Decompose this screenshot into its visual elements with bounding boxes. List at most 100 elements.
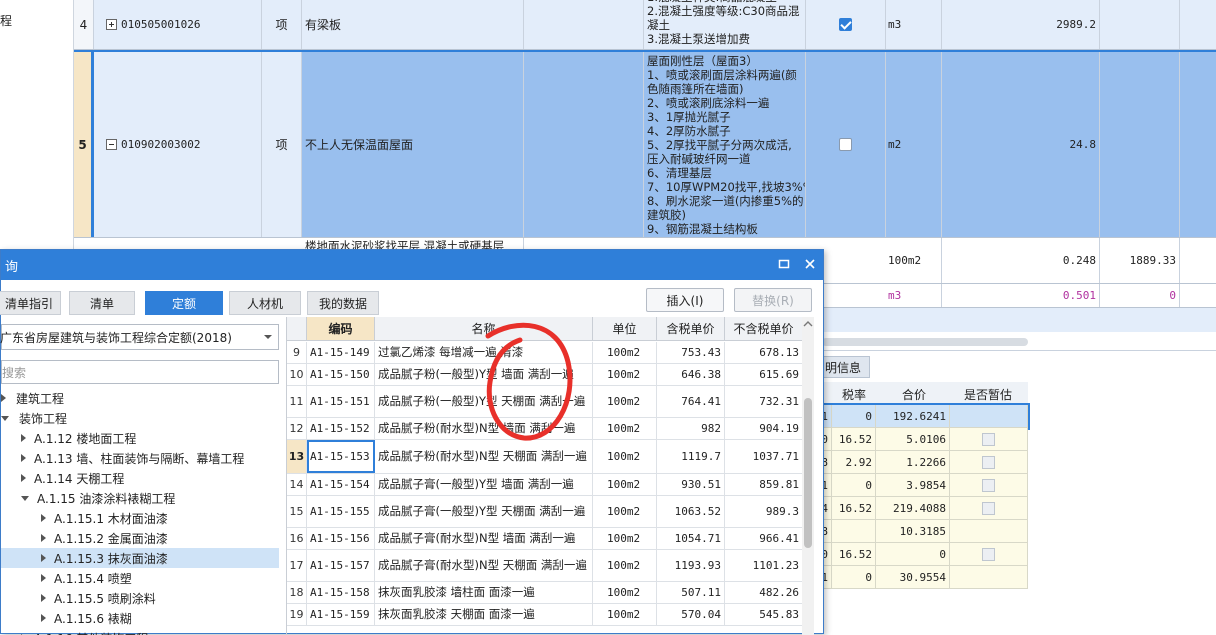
quota-row[interactable]: 16A1-15-156成品腻子膏(耐水型)N型 墙面 满刮一遍100m21054… [287, 528, 802, 550]
tree-item-label: A.1.15.6 裱糊 [54, 610, 132, 627]
table-row[interactable]: 4 010505001026 项 有梁板 1.混凝土种类:商品混凝土 2.混凝土… [74, 0, 1216, 50]
row-number: 4 [74, 0, 94, 49]
tree-item[interactable]: A.1.15.2 金属面油漆 [1, 528, 279, 548]
chevron-right-icon[interactable] [41, 514, 46, 522]
row-checkbox[interactable] [839, 138, 852, 151]
provisional-checkbox[interactable] [982, 479, 995, 492]
tab-my-data[interactable]: 我的数据 [307, 291, 379, 315]
quota-row[interactable]: 15A1-15-155成品腻子膏(一般型)Y型 天棚面 满刮一遍100m2106… [287, 496, 802, 528]
quota-tax-price: 1063.52 [657, 496, 725, 527]
item-quantity: 24.8 [942, 52, 1100, 237]
row-number: 11 [287, 386, 307, 417]
tree-item[interactable]: A.1.15.4 喷塑 [1, 568, 279, 588]
header-provisional: 是否暂估 [964, 386, 1012, 403]
quota-code: A1-15-153 [307, 440, 375, 473]
quota-notax-price: 732.31 [725, 386, 802, 417]
tab-bill[interactable]: 清单 [69, 291, 135, 315]
chevron-right-icon[interactable] [41, 554, 46, 562]
scrollbar-thumb[interactable] [804, 398, 812, 548]
insert-button[interactable]: 插入(I) [646, 288, 724, 312]
chevron-right-icon[interactable] [41, 574, 46, 582]
row-checkbox[interactable] [839, 18, 852, 31]
chevron-right-icon[interactable] [21, 434, 26, 442]
provisional-checkbox[interactable] [982, 548, 995, 561]
dialog-title-bar[interactable]: 询 [1, 250, 823, 280]
close-icon[interactable] [803, 258, 817, 272]
quota-row[interactable]: 17A1-15-157成品腻子膏(耐水型)N型 天棚面 满刮一遍100m2119… [287, 550, 802, 582]
replace-button[interactable]: 替换(R) [734, 288, 812, 312]
tree-item[interactable]: A.1.15 油漆涂料裱糊工程 [1, 488, 279, 508]
detail-row[interactable]: 103.9854 [822, 474, 1028, 497]
tree-item[interactable]: A.1.12 楼地面工程 [1, 428, 279, 448]
row-number: 13 [287, 440, 307, 473]
tree-item[interactable]: A.1.15.6 裱糊 [1, 608, 279, 628]
chevron-right-icon[interactable] [41, 534, 46, 542]
tree-item[interactable]: A.1.15.1 木材面油漆 [1, 508, 279, 528]
detail-row[interactable]: 82.921.2266 [822, 451, 1028, 474]
chevron-right-icon[interactable] [41, 594, 46, 602]
tree-item-label: 建筑工程 [16, 390, 64, 407]
detail-total: 192.6241 [876, 405, 950, 427]
quota-code: A1-15-158 [307, 582, 375, 603]
header-notax-price[interactable]: 不含税单价 [725, 317, 802, 341]
expand-icon[interactable] [106, 19, 117, 30]
table-row-selected[interactable]: 5 010902003002 项 不上人无保温面屋面 屋面刚性层（屋面3） 1、… [74, 50, 1216, 238]
chevron-right-icon[interactable] [41, 614, 46, 622]
detail-row[interactable]: 416.52219.4088 [822, 497, 1028, 520]
tab-quota[interactable]: 定额 [145, 291, 223, 315]
tab-detail-info[interactable]: 明信息 [822, 356, 870, 378]
quota-row[interactable]: 18A1-15-158抹灰面乳胶漆 墙柱面 面漆一遍100m2507.11482… [287, 582, 802, 604]
header-total: 合价 [902, 386, 926, 403]
row-number: 5 [74, 52, 94, 237]
item-price [1100, 0, 1180, 49]
item-unit: m3 [886, 284, 942, 307]
detail-row[interactable]: 10192.6241 [822, 405, 1028, 428]
tree-item[interactable]: A.1.14 天棚工程 [1, 468, 279, 488]
chevron-right-icon[interactable] [21, 454, 26, 462]
detail-tax-rate: 16.52 [832, 543, 876, 565]
detail-row[interactable]: 1030.9554 [822, 566, 1028, 589]
item-code: 010505001026 [121, 18, 200, 31]
row-number: 18 [287, 582, 307, 603]
tree-item[interactable]: 建筑工程 [1, 388, 279, 408]
detail-tax-rate: 0 [832, 566, 876, 588]
provisional-checkbox[interactable] [982, 456, 995, 469]
quota-tax-price: 982 [657, 418, 725, 439]
header-unit[interactable]: 单位 [593, 317, 657, 341]
search-input[interactable]: 搜索 [1, 360, 279, 384]
detail-row[interactable]: 016.525.0106 [822, 428, 1028, 451]
collapse-icon[interactable] [106, 139, 117, 150]
detail-row[interactable]: 016.520 [822, 543, 1028, 566]
tree-item[interactable]: A.1.13 墙、柱面装饰与隔断、幕墙工程 [1, 448, 279, 468]
tree-item[interactable]: 装饰工程 [1, 408, 279, 428]
provisional-checkbox[interactable] [982, 502, 995, 515]
quota-notax-price: 989.3 [725, 496, 802, 527]
chevron-right-icon[interactable] [21, 474, 26, 482]
chevron-down-icon[interactable] [21, 496, 29, 501]
chevron-right-icon[interactable] [1, 394, 6, 402]
tab-bill-guide[interactable]: 清单指引 [0, 291, 61, 315]
quota-unit: 100m2 [593, 604, 657, 625]
tab-labor-material[interactable]: 人材机 [229, 291, 301, 315]
chevron-down-icon [264, 335, 272, 339]
header-tax-price[interactable]: 含税单价 [657, 317, 725, 341]
quota-row[interactable]: 19A1-15-159抹灰面乳胶漆 天棚面 面漆一遍100m2570.04545… [287, 604, 802, 626]
tree-item[interactable]: A.1.15.5 喷刷涂料 [1, 588, 279, 608]
item-price [1100, 52, 1180, 237]
quota-tax-price: 570.04 [657, 604, 725, 625]
detail-table-header: 税率 合价 是否暂估 [822, 382, 1028, 404]
quota-name: 成品腻子膏(耐水型)N型 天棚面 满刮一遍 [375, 550, 593, 581]
tree-item-label: A.1.12 楼地面工程 [34, 430, 136, 447]
detail-tax-rate: 2.92 [832, 451, 876, 473]
quota-library-select[interactable]: 广东省房屋建筑与装饰工程综合定额(2018) [1, 324, 279, 350]
horizontal-scrollbar[interactable] [822, 338, 1028, 346]
provisional-checkbox[interactable] [982, 433, 995, 446]
tree-item[interactable]: A.1.15.3 抹灰面油漆 [1, 548, 279, 568]
header-code[interactable]: 编码 [307, 317, 375, 341]
detail-tax-rate: 0 [832, 474, 876, 496]
restore-icon[interactable] [777, 258, 791, 272]
quota-row[interactable]: 14A1-15-154成品腻子膏(一般型)Y型 墙面 满刮一遍100m2930.… [287, 474, 802, 496]
quota-notax-price: 1037.71 [725, 440, 802, 473]
chevron-down-icon[interactable] [1, 416, 9, 421]
detail-row[interactable]: 810.3185 [822, 520, 1028, 543]
